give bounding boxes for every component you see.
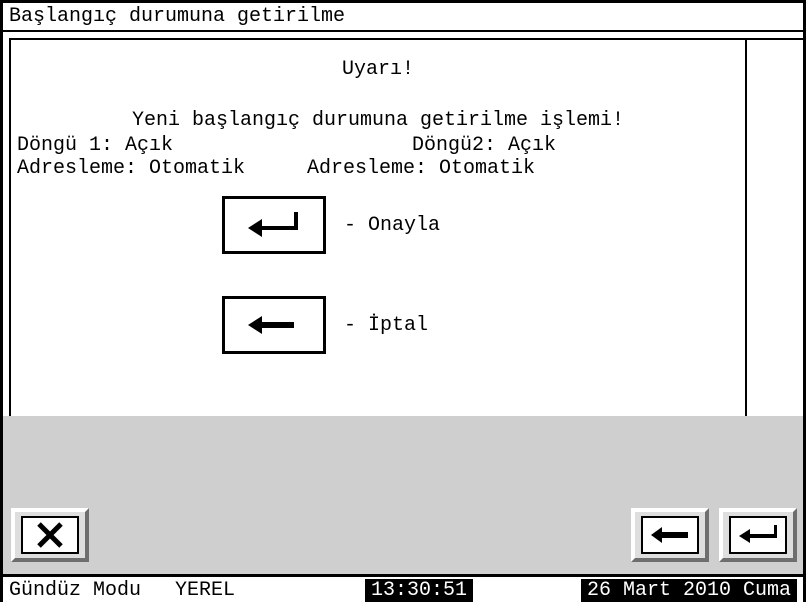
loop1-label: Döngü 1: bbox=[17, 134, 113, 157]
loop2-status: Döngü2: Açık bbox=[412, 134, 739, 157]
cancel-row: - İptal bbox=[17, 296, 739, 354]
loop1-status: Döngü 1: Açık bbox=[17, 134, 412, 157]
cancel-label: - İptal bbox=[344, 314, 428, 337]
enter-icon bbox=[244, 208, 304, 242]
addr2-value: Otomatik bbox=[439, 157, 535, 180]
warning-heading: Uyarı! bbox=[17, 58, 739, 81]
enter-button[interactable] bbox=[719, 508, 797, 562]
window-title: Başlangıç durumuna getirilme bbox=[3, 3, 803, 32]
back-key[interactable] bbox=[222, 296, 326, 354]
content-wrap: Uyarı! Yeni başlangıç durumuna getirilme… bbox=[3, 32, 803, 416]
side-panel bbox=[745, 38, 803, 416]
addr1-status: Adresleme: Otomatik bbox=[17, 157, 307, 180]
status-mode: Gündüz Modu bbox=[9, 579, 141, 602]
arrow-left-icon bbox=[244, 308, 304, 342]
addr1-value: Otomatik bbox=[149, 157, 245, 180]
main-panel: Uyarı! Yeni başlangıç durumuna getirilme… bbox=[9, 38, 745, 416]
loop1-value: Açık bbox=[125, 134, 173, 157]
app-window: Başlangıç durumuna getirilme Uyarı! Yeni… bbox=[0, 0, 806, 602]
status-local: YEREL bbox=[175, 579, 235, 602]
subtitle-text: Yeni başlangıç durumuna getirilme işlemi… bbox=[17, 109, 739, 132]
status-bar: Gündüz Modu YEREL 13:30:51 26 Mart 2010 … bbox=[3, 574, 803, 602]
confirm-row: - Onayla bbox=[17, 196, 739, 254]
status-date: 26 Mart 2010 Cuma bbox=[581, 579, 797, 602]
close-button[interactable] bbox=[11, 508, 89, 562]
addr2-status: Adresleme: Otomatik bbox=[307, 157, 739, 180]
back-button[interactable] bbox=[631, 508, 709, 562]
arrow-left-icon bbox=[648, 523, 692, 547]
toolbar-area bbox=[3, 416, 803, 574]
status-time: 13:30:51 bbox=[365, 579, 473, 602]
addr1-label: Adresleme: bbox=[17, 157, 137, 180]
loop2-value: Açık bbox=[508, 134, 556, 157]
addr2-label: Adresleme: bbox=[307, 157, 427, 180]
enter-icon bbox=[736, 522, 780, 548]
enter-key[interactable] bbox=[222, 196, 326, 254]
confirm-label: - Onayla bbox=[344, 214, 440, 237]
close-icon bbox=[35, 520, 65, 550]
loop-status-row: Döngü 1: Açık Döngü2: Açık bbox=[17, 134, 739, 157]
addressing-row: Adresleme: Otomatik Adresleme: Otomatik bbox=[17, 157, 739, 180]
loop2-label: Döngü2: bbox=[412, 134, 496, 157]
